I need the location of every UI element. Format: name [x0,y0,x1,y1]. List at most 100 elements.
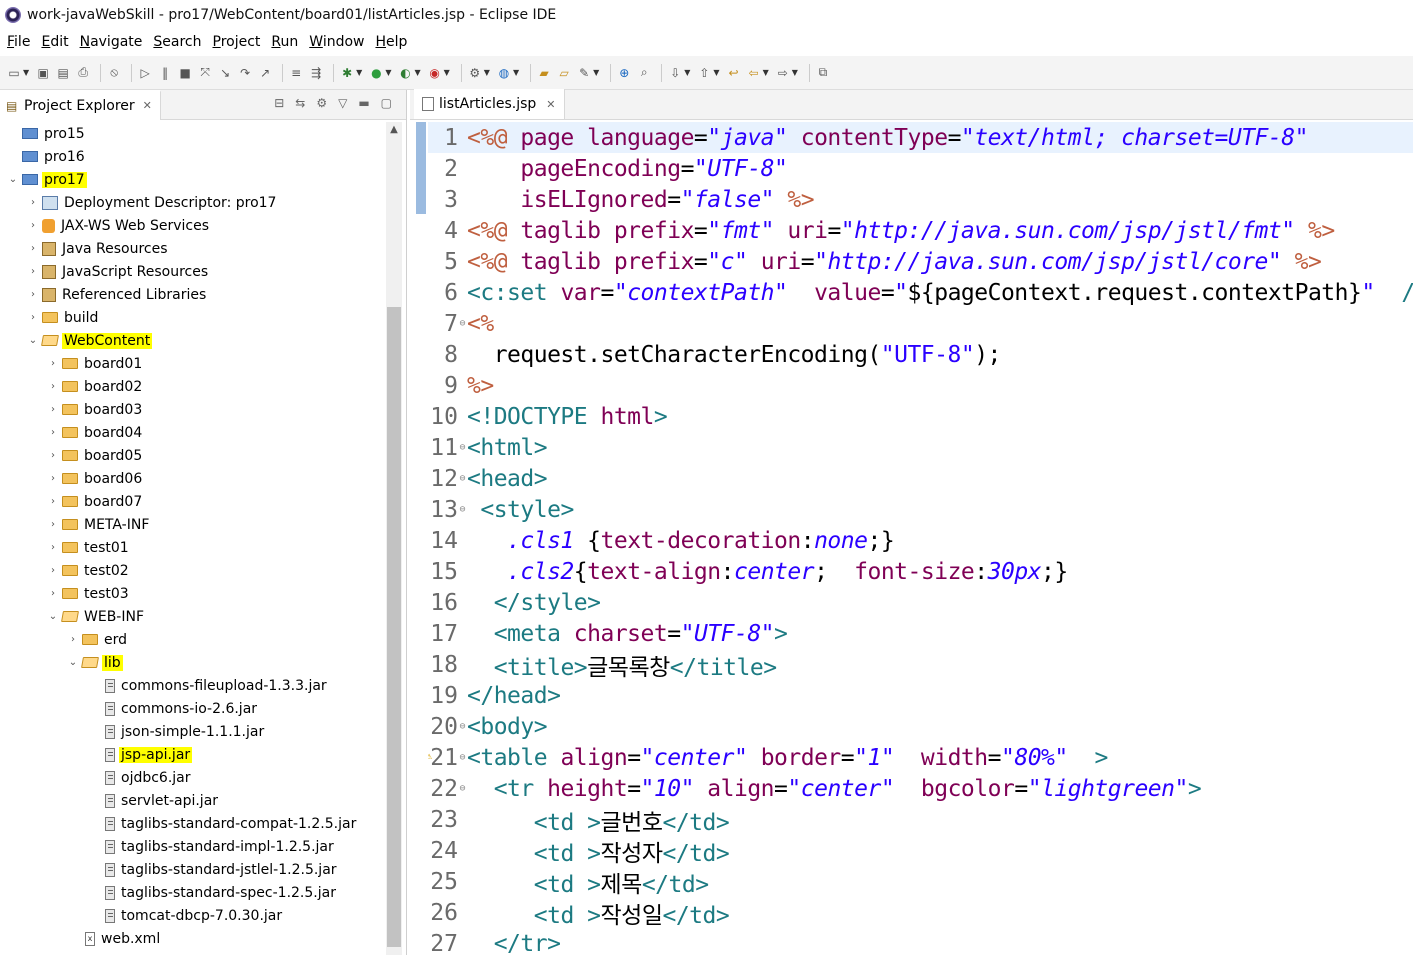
step-over-icon[interactable]: ↷ [237,65,253,81]
tree-item[interactable]: › board07 [46,490,144,513]
menu-edit[interactable]: Edit [38,34,71,50]
chevron-down-icon[interactable]: ▼ [444,68,450,77]
tree-item[interactable]: › erd [66,628,129,651]
filter-icon[interactable]: ⚙ [316,96,327,110]
use-step-filters-icon[interactable]: ⇶ [308,65,324,81]
chevron-right-icon[interactable]: › [46,588,60,599]
code-line[interactable]: 6 <c:set var="contextPath" value="${pageC… [428,277,1413,308]
scrollbar-thumb[interactable] [387,307,401,947]
menu-run[interactable]: Run [268,34,301,50]
skip-breakpoints-icon[interactable]: ⦸ [106,65,122,81]
fold-collapse-icon[interactable]: ⊖ [458,473,467,484]
chevron-right-icon[interactable]: › [26,243,40,254]
tree-item[interactable]: ⌄ lib [66,651,123,674]
chevron-down-icon[interactable]: ▼ [356,68,362,77]
disconnect-icon[interactable]: ⤧ [197,65,213,81]
fold-collapse-icon[interactable]: ⊖ [458,442,467,453]
external-tools-icon[interactable]: ◉ [427,65,443,81]
code-line[interactable]: 15 .cls2{text-align:center; font-size:30… [428,556,1413,587]
chevron-right-icon[interactable]: › [26,197,40,208]
tree-item[interactable]: pro16 [6,145,87,168]
fold-collapse-icon[interactable]: ⊖ [458,504,467,515]
chevron-down-icon[interactable]: ▼ [792,68,798,77]
tree-item[interactable]: commons-fileupload-1.3.3.jar [86,674,329,697]
chevron-right-icon[interactable]: › [26,312,40,323]
menu-file[interactable]: File [4,34,33,50]
code-line[interactable]: 11 ⊖ <html> [428,432,1413,463]
maximize-icon[interactable]: ▢ [381,96,392,110]
code-line[interactable]: 21 ⚠ ⊖ <table align="center" border="1" wid… [428,742,1413,773]
last-edit-location-icon[interactable]: ↩ [726,65,742,81]
chevron-right-icon[interactable]: › [26,266,40,277]
code-line[interactable]: 13 ⊖ <style> [428,494,1413,525]
view-menu-icon[interactable]: ▽ [338,96,347,110]
tree-item[interactable]: json-simple-1.1.1.jar [86,720,266,743]
tree-item[interactable]: › board03 [46,398,144,421]
tree-item[interactable]: › board05 [46,444,144,467]
chevron-right-icon[interactable]: › [46,450,60,461]
new-java-project-icon[interactable]: ⚙ [467,65,483,81]
chevron-down-icon[interactable]: ▼ [414,68,420,77]
chevron-down-icon[interactable]: ▼ [684,68,690,77]
code-line[interactable]: 27 </tr> [428,928,1413,955]
code-line[interactable]: 20 ⊖ <body> [428,711,1413,742]
coverage-icon[interactable]: ◐ [397,65,413,81]
forward-icon[interactable]: ⇨ [775,65,791,81]
code-line[interactable]: 25 <td >제목</td> [428,866,1413,898]
scroll-up-icon[interactable]: ▲ [386,122,402,138]
open-console-icon[interactable]: ≡ [288,65,304,81]
fold-collapse-icon[interactable]: ⊖ [458,783,467,794]
next-annotation-icon[interactable]: ⇩ [667,65,683,81]
pen-icon[interactable]: ✎ [576,65,592,81]
tree-item[interactable]: ⌄ WEB-INF [46,605,146,628]
save-icon[interactable]: ▣ [35,65,51,81]
tab-listarticles-jsp[interactable]: listArticles.jsp ✕ [414,89,565,119]
chevron-down-icon[interactable]: ▼ [713,68,719,77]
previous-annotation-icon[interactable]: ⇧ [696,65,712,81]
tree-item[interactable]: › board06 [46,467,144,490]
chevron-right-icon[interactable]: › [46,427,60,438]
chevron-down-icon[interactable]: ⌄ [26,335,40,346]
run-icon[interactable]: ● [368,65,384,81]
code-line[interactable]: 19 </head> [428,680,1413,711]
code-line[interactable]: 5 <%@ taglib prefix="c" uri="http://java.… [428,246,1413,277]
chevron-right-icon[interactable]: › [46,565,60,576]
code-line[interactable]: 8 request.setCharacterEncoding("UTF-8"); [428,339,1413,370]
tree-item[interactable]: taglibs-standard-compat-1.2.5.jar [86,812,358,835]
tree-item[interactable]: tomcat-dbcp-7.0.30.jar [86,904,284,927]
open-perspective-icon[interactable]: ⧉ [815,65,831,81]
chevron-right-icon[interactable]: › [46,404,60,415]
code-line[interactable]: 16 </style> [428,587,1413,618]
code-line[interactable]: 9 %> [428,370,1413,401]
back-icon[interactable]: ⇦ [746,65,762,81]
code-line[interactable]: 2 pageEncoding="UTF-8" [428,153,1413,184]
chevron-down-icon[interactable]: ▼ [385,68,391,77]
debug-icon[interactable]: ✱ [339,65,355,81]
code-line[interactable]: 10 <!DOCTYPE html> [428,401,1413,432]
tree-item[interactable]: › test01 [46,536,131,559]
new-class-icon[interactable]: ◍ [496,65,512,81]
tree-item[interactable]: › board01 [46,352,144,375]
close-icon[interactable]: ✕ [546,98,555,111]
chevron-right-icon[interactable]: › [66,634,80,645]
explorer-scrollbar[interactable]: ▲ [386,122,402,955]
menu-project[interactable]: Project [210,34,264,50]
chevron-down-icon[interactable]: ▼ [484,68,490,77]
save-all-icon[interactable]: ▤ [55,65,71,81]
code-line[interactable]: 12 ⊖ <head> [428,463,1413,494]
code-line[interactable]: 26 <td >작성일</td> [428,897,1413,929]
tab-project-explorer[interactable]: ▤ Project Explorer ✕ [0,89,161,120]
chevron-right-icon[interactable]: › [46,542,60,553]
tree-item[interactable]: › JavaScript Resources [26,260,210,283]
open-task-icon[interactable]: ▱ [556,65,572,81]
chevron-right-icon[interactable]: › [46,381,60,392]
tree-item[interactable]: › board02 [46,375,144,398]
chevron-right-icon[interactable]: › [46,473,60,484]
collapse-all-icon[interactable]: ⊟ [274,96,284,110]
print-icon[interactable]: ⎙ [75,65,91,81]
tree-item[interactable]: x web.xml [66,927,162,950]
tree-item[interactable]: › test02 [46,559,131,582]
chevron-down-icon[interactable]: ▼ [763,68,769,77]
menu-search[interactable]: Search [150,34,204,50]
step-return-icon[interactable]: ↗ [257,65,273,81]
